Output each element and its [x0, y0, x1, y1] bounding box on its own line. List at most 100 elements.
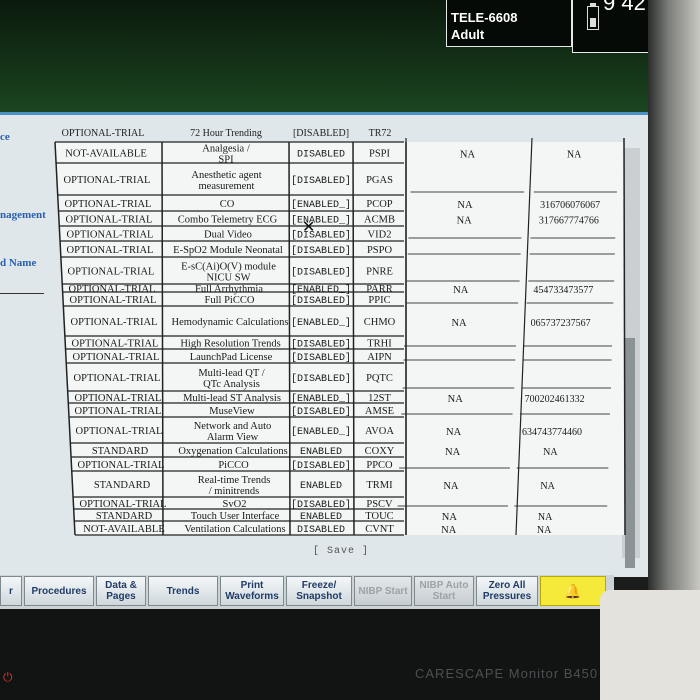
partial-row-cell: 72 Hour Trending [190, 128, 262, 139]
brand-label: CARESCAPE Monitor B450 [415, 666, 599, 681]
row-name: Combo Telemetry ECG [178, 215, 278, 226]
row-code: CHMO [364, 317, 396, 328]
row-name: PiCCO [218, 460, 249, 471]
row-name: LaunchPad License [190, 352, 273, 363]
row-code: PQTC [366, 373, 393, 384]
save-button[interactable]: [ Save ] [313, 546, 369, 557]
procedures-button[interactable]: Procedures [24, 576, 94, 606]
row-status: STANDARD [92, 446, 149, 457]
row-state: ENABLED [300, 447, 342, 458]
row-status: OPTIONAL-TRIAL [80, 499, 167, 510]
row-name: Oxygenation Calculations [178, 446, 287, 457]
row-code: PSPI [369, 149, 391, 160]
row-code: AMSE [365, 406, 394, 417]
row-col5: NA [443, 481, 459, 492]
toolbar-label: Data & Pages [105, 580, 137, 602]
row-state: [ENABLED_] [291, 393, 351, 405]
column-line [161, 141, 164, 536]
row-col6: NA [567, 150, 582, 161]
alarm-pause-button[interactable]: 🔔 [540, 576, 606, 606]
row-name: Full Arrhythmia [195, 284, 263, 295]
row-col6: 065737237567 [531, 318, 591, 329]
row-col6: 454733473577 [533, 285, 593, 296]
row-name: Full PiCCO [205, 295, 255, 306]
row-col6: NA [543, 447, 558, 458]
row-state: [DISABLED] [291, 406, 351, 418]
toolbar-label: Zero All Pressures [482, 580, 532, 602]
nibp-start-button[interactable]: NIBP Start [354, 576, 412, 606]
row-state: DISABLED [297, 150, 345, 161]
row-state: [DISABLED] [291, 295, 351, 307]
row-state: [ENABLED_] [291, 317, 351, 329]
row-status: OPTIONAL-TRIAL [67, 245, 154, 256]
row-name: CO [220, 199, 235, 210]
print-waveforms-button[interactable]: Print Waveforms [220, 576, 284, 606]
row-state: [DISABLED] [291, 267, 351, 279]
row-col5: NA [448, 394, 464, 405]
row-name: Ventilation Calculations [184, 524, 285, 535]
row-code: PPIC [368, 295, 390, 306]
row-state: ENABLED [300, 512, 342, 523]
toolbar-label: Trends [166, 585, 200, 597]
row-status: NOT-AVAILABLE [83, 524, 164, 535]
row-col6: NA [540, 481, 555, 492]
row-col6: 700202461332 [525, 394, 585, 405]
toolbar-label: r [9, 585, 13, 597]
zero-all-pressures-button[interactable]: Zero All Pressures [476, 576, 538, 606]
row-name: Multi-lead ST Analysis [183, 393, 281, 404]
row-code: PNRE [366, 267, 393, 278]
row-code: PGAS [366, 175, 393, 186]
row-status: OPTIONAL-TRIAL [71, 317, 158, 328]
row-state: [DISABLED] [291, 460, 351, 472]
toolbar-label: Procedures [31, 585, 87, 597]
row-state: [DISABLED] [291, 352, 351, 364]
row-name: Hemodynamic Calculations [172, 317, 289, 328]
row-status: OPTIONAL-TRIAL [78, 460, 165, 471]
row-code: 12ST [368, 393, 391, 404]
toolbar-label: NIBP Auto Start [419, 580, 469, 602]
row-col5: NA [442, 512, 458, 523]
row-name: Touch User Interface [191, 511, 280, 522]
monitor-bezel [0, 609, 640, 700]
alarm-bell-icon: 🔔 [564, 582, 582, 599]
row-code: TRMI [366, 480, 393, 491]
row-status: OPTIONAL-TRIAL [70, 295, 157, 306]
row-col5: NA [460, 150, 476, 161]
data-pages-button[interactable]: Data & Pages [96, 576, 146, 606]
row-code: CVNT [365, 524, 394, 535]
row-state: [ENABLED_] [291, 215, 351, 227]
row-status: OPTIONAL-TRIAL [65, 199, 152, 210]
row-code: AVOA [365, 426, 394, 437]
row-name: Dual Video [204, 230, 252, 241]
row-col5: NA [457, 216, 473, 227]
row-code: PPCO [366, 460, 393, 471]
row-status: OPTIONAL-TRIAL [68, 267, 155, 278]
column-line [352, 141, 355, 536]
row-code: COXY [365, 446, 395, 457]
freeze-snapshot-button[interactable]: Freeze/ Snapshot [286, 576, 352, 606]
row-code: PSPO [367, 245, 393, 256]
row-state: DISABLED [297, 525, 345, 536]
trends-button[interactable]: Trends [148, 576, 218, 606]
row-status: STANDARD [96, 511, 153, 522]
row-state: ENABLED [300, 481, 342, 492]
row-status: OPTIONAL-TRIAL [69, 284, 156, 295]
row-state: [DISABLED] [291, 175, 351, 187]
row-col5: NA [446, 427, 462, 438]
row-state: [ENABLED_] [291, 426, 351, 438]
row-code: AIPN [367, 352, 392, 363]
nibp-auto-start-button[interactable]: NIBP Auto Start [414, 576, 474, 606]
row-status: OPTIONAL-TRIAL [76, 426, 163, 437]
toolbar-label: NIBP Start [358, 585, 408, 597]
row-code: PARR [366, 284, 392, 295]
row-state: [DISABLED] [291, 230, 351, 242]
row-state: [ENABLED_] [291, 284, 351, 296]
power-icon[interactable]: ⏻ [3, 670, 13, 686]
table-edge [623, 137, 626, 536]
row-status: OPTIONAL-TRIAL [72, 339, 159, 350]
toolbar-label: Print Waveforms [225, 580, 279, 602]
row-status: OPTIONAL-TRIAL [66, 215, 153, 226]
r-button[interactable]: r [0, 576, 22, 606]
row-code: PSCV [366, 499, 393, 510]
row-col6: 317667774766 [539, 216, 599, 227]
